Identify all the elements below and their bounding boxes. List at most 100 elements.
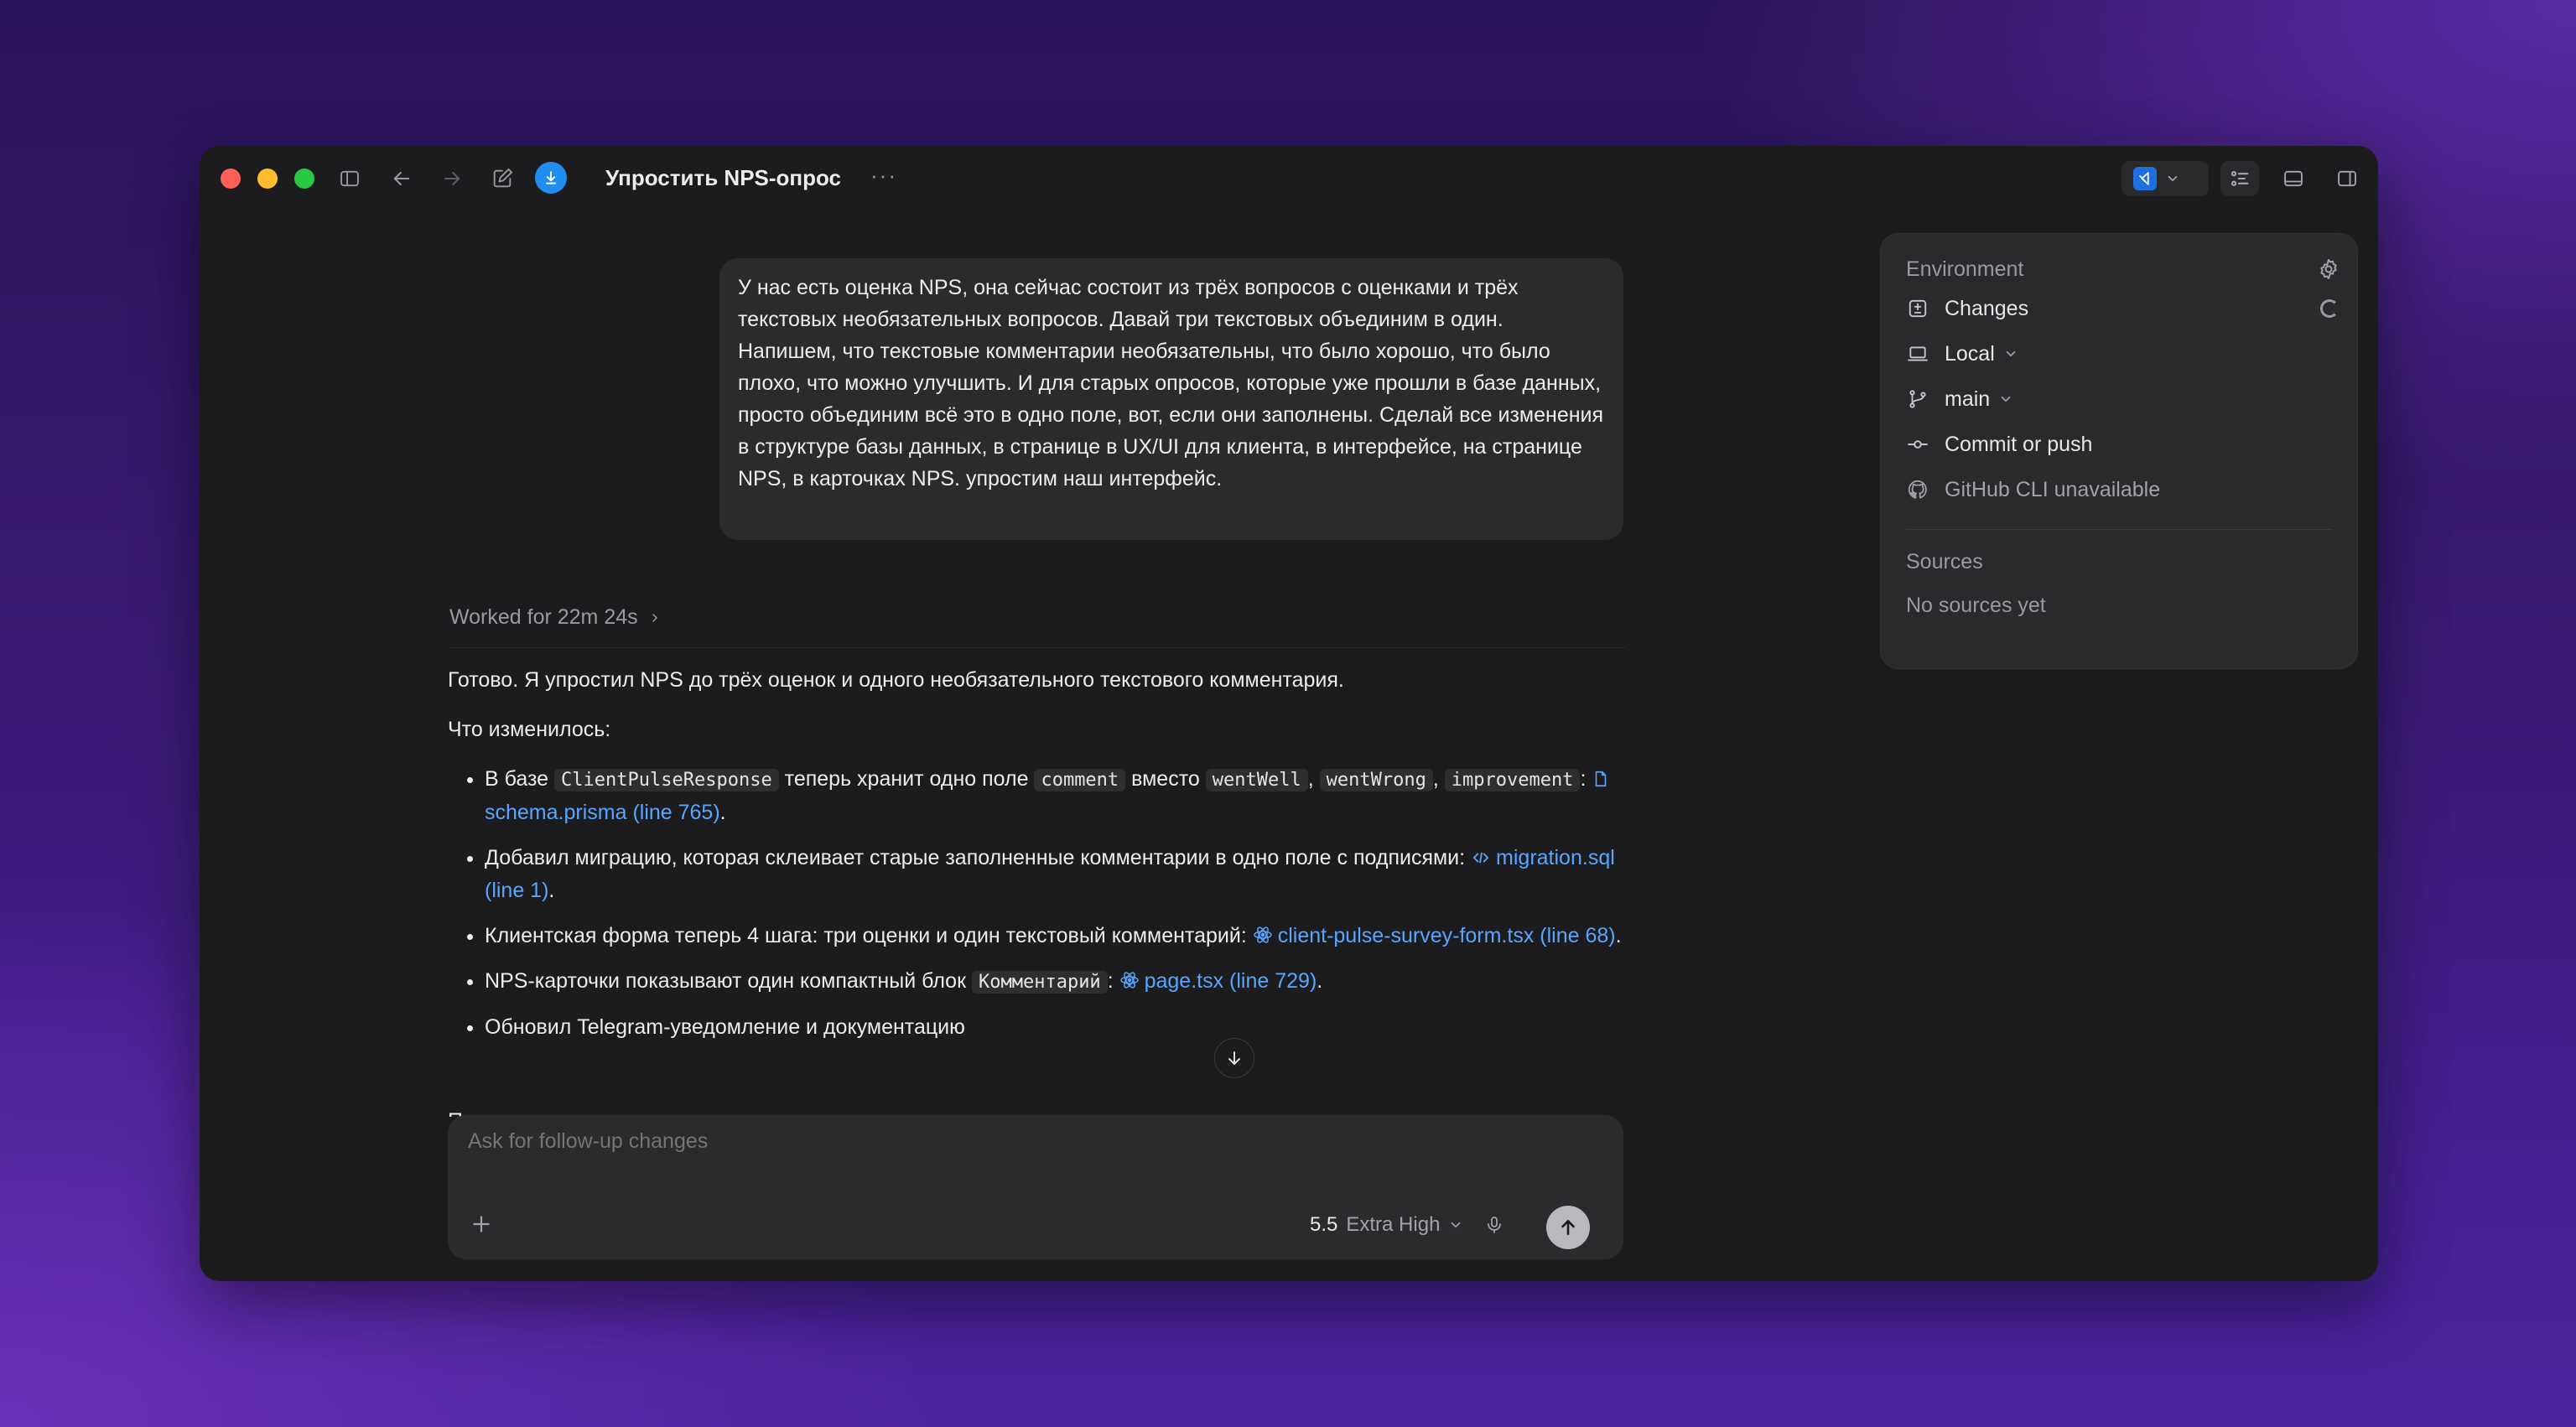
inline-code: wentWrong [1319,769,1433,791]
microphone-button[interactable] [1481,1211,1508,1239]
changes-heading: Что изменилось: [448,718,611,741]
download-status-icon[interactable] [535,162,567,194]
bottom-panel-icon [2284,170,2303,187]
chevron-right-icon [652,613,657,622]
github-cli-row: GitHub CLI unavailable [1906,467,2332,512]
more-options-button[interactable]: ··· [870,163,897,189]
branch-label: main [1945,387,1991,411]
branch-row[interactable]: main [1906,376,2332,422]
follow-up-input[interactable] [466,1129,1476,1155]
file-link-survey-form[interactable]: client-pulse-survey-form.tsx (line 68) [1253,924,1616,947]
sidebar-toggle-icon[interactable] [335,164,364,193]
link-label: page.tsx (line 729) [1144,969,1317,993]
item-text: Клиентская форма теперь 4 шага: три оцен… [485,924,1253,947]
item-text: В базе [485,767,555,791]
list-item: В базе ClientPulseResponse теперь хранит… [485,763,1630,829]
item-text: , [1307,767,1320,791]
terminal-panel-toggle[interactable] [2274,161,2313,196]
user-message: У нас есть оценка NPS, она сейчас состои… [719,258,1623,540]
send-button[interactable] [1546,1206,1590,1249]
worked-duration-toggle[interactable]: Worked for 22m 24s [449,605,662,630]
sources-empty-text: No sources yet [1906,594,2046,617]
app-window: Упростить NPS-опрос ··· У нас есть оценк… [200,146,2378,1281]
minimize-window-button[interactable] [257,169,278,189]
file-link-page[interactable]: page.tsx (line 729) [1119,969,1317,993]
environment-panel: Environment Changes Local main Commit or… [1880,233,2358,669]
assistant-message: Готово. Я упростил NPS до трёх оценок и … [448,664,1630,1056]
file-icon [1596,771,1607,787]
open-in-editor-button[interactable] [2122,161,2209,196]
environment-heading: Environment [1906,252,2337,286]
github-icon [1906,478,1929,501]
back-arrow-icon[interactable] [387,164,416,193]
item-text: , [1432,767,1445,791]
add-attachment-button[interactable] [466,1209,496,1239]
divider [449,647,1625,648]
inline-code: wentWell [1205,769,1308,791]
gear-icon[interactable] [2317,257,2340,281]
chevron-down-icon [2001,396,2011,402]
close-window-button[interactable] [221,169,241,189]
answer-intro: Готово. Я упростил NPS до трёх оценок и … [448,668,1344,692]
changes-row[interactable]: Changes [1906,286,2339,331]
reasoning-level: Extra High [1346,1213,1441,1236]
plus-icon [473,1216,490,1232]
inline-code: comment [1034,769,1126,791]
commit-row[interactable]: Commit or push [1906,422,2332,467]
item-text: : [1580,767,1592,791]
commit-label: Commit or push [1945,432,2093,456]
item-text: Обновил Telegram-уведомление и документа… [485,1015,965,1039]
new-chat-edit-icon[interactable] [488,164,517,193]
vscode-icon [2133,167,2157,190]
react-icon [1119,972,1139,989]
arrow-up-icon [1561,1220,1575,1235]
local-row[interactable]: Local [1906,331,2332,376]
scroll-to-bottom-button[interactable] [1214,1038,1254,1078]
item-text: . [719,801,726,824]
item-text: вместо [1125,767,1206,791]
item-text: Добавил миграцию, которая склеивает стар… [485,846,1472,869]
model-selector[interactable]: 5.5 Extra High [1310,1209,1463,1241]
changes-list: В базе ClientPulseResponse теперь хранит… [448,763,1630,1044]
item-text: . [1615,924,1622,947]
forward-arrow-icon[interactable] [438,164,466,193]
environment-title: Environment [1906,257,2024,281]
right-panel-icon [2338,170,2356,187]
git-commit-icon [1906,433,1929,456]
conversation-title[interactable]: Упростить NPS-опрос [605,163,841,193]
model-version: 5.5 [1310,1213,1338,1236]
laptop-icon [1906,342,1929,366]
inline-code: ClientPulseResponse [554,769,779,791]
react-icon [1253,926,1272,943]
changes-label: Changes [1945,296,2029,320]
loading-spinner-icon [2320,299,2339,318]
item-text: теперь хранит одно поле [778,767,1035,791]
item-text: : [1107,969,1119,993]
list-item: NPS-карточки показывают один компактный … [485,965,1630,999]
link-label: client-pulse-survey-form.tsx (line 68) [1277,924,1616,947]
diff-icon [1906,297,1929,320]
code-icon [1472,852,1489,864]
chevron-down-icon [2006,350,2016,357]
worked-label: Worked for 22m 24s [449,605,638,629]
item-text: . [548,879,555,902]
sources-heading: Sources [1906,550,1983,573]
local-label: Local [1945,341,1995,366]
right-sidebar-toggle[interactable] [2328,161,2366,196]
link-label: schema.prisma (line 765) [485,801,720,824]
list-item: Клиентская форма теперь 4 шага: три оцен… [485,920,1630,952]
zoom-window-button[interactable] [294,169,314,189]
environment-panel-toggle[interactable] [2220,161,2259,196]
item-text: . [1317,969,1323,993]
item-text: NPS-карточки показывают один компактный … [485,969,972,993]
git-branch-icon [1906,387,1929,411]
arrow-down-icon [1228,1051,1240,1065]
composer: 5.5 Extra High [448,1115,1623,1259]
checklist-icon [2231,171,2249,186]
titlebar: Упростить NPS-опрос ··· [200,146,2378,210]
chevron-down-icon [1452,1222,1461,1228]
inline-code: Комментарий [971,971,1108,994]
divider [1906,529,2332,530]
chevron-down-icon [2168,175,2178,182]
list-item: Обновил Telegram-уведомление и документа… [485,1011,1630,1044]
